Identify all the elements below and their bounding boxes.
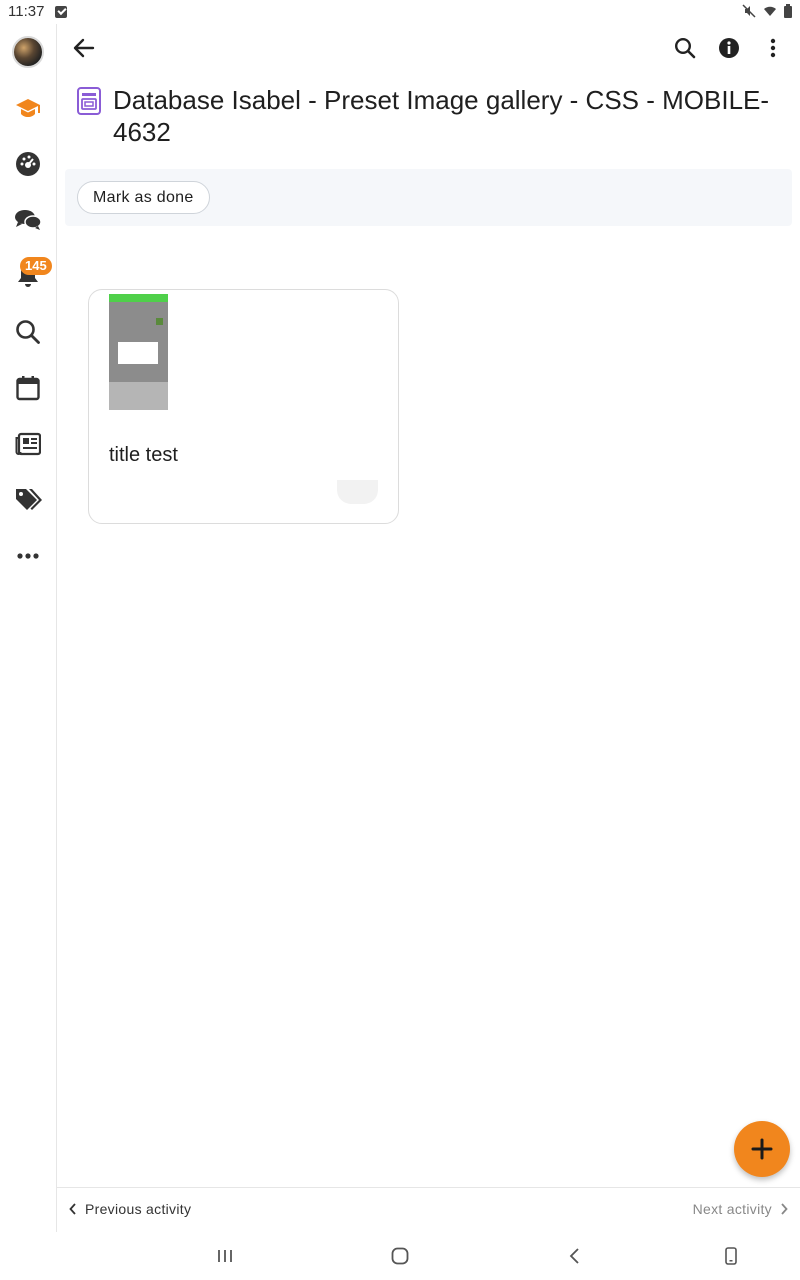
notification-check-icon	[55, 6, 67, 18]
battery-icon	[784, 4, 792, 18]
next-activity-label: Next activity	[692, 1201, 772, 1217]
chat-icon	[15, 210, 42, 230]
news-nav-item[interactable]	[12, 428, 44, 460]
entry-action-chip	[337, 480, 378, 504]
top-app-bar	[57, 24, 800, 72]
more-horiz-icon	[17, 553, 39, 559]
more-vert-icon	[770, 38, 776, 58]
home-icon	[391, 1247, 409, 1265]
previous-activity-label: Previous activity	[85, 1201, 192, 1217]
status-bar: 11:37	[0, 0, 800, 24]
news-icon	[15, 432, 41, 456]
messages-nav-item[interactable]	[12, 204, 44, 236]
activity-navigation: Previous activity Next activity	[57, 1187, 800, 1232]
mute-icon	[742, 4, 756, 18]
wifi-icon	[764, 6, 776, 16]
calendar-nav-item[interactable]	[12, 372, 44, 404]
search-button[interactable]	[669, 32, 701, 64]
status-time: 11:37	[8, 3, 45, 20]
tags-nav-item[interactable]	[12, 484, 44, 516]
database-activity-icon	[77, 87, 101, 115]
plus-icon	[751, 1138, 773, 1160]
chevron-right-icon	[781, 1203, 788, 1215]
gallery-entry-card[interactable]: title test	[88, 289, 399, 524]
completion-bar: Mark as done	[65, 169, 792, 226]
home-button[interactable]	[388, 1244, 412, 1268]
more-options-button[interactable]	[757, 32, 789, 64]
back-button[interactable]	[68, 32, 100, 64]
search-icon	[16, 320, 40, 344]
dashboard-nav-item[interactable]	[12, 148, 44, 180]
entry-thumbnail-image	[109, 294, 168, 410]
notifications-badge: 145	[20, 257, 52, 275]
more-nav-item[interactable]	[12, 540, 44, 572]
page-title: Database Isabel - Preset Image gallery -…	[113, 85, 770, 147]
system-back-icon	[569, 1248, 579, 1264]
side-rail: 145	[0, 24, 57, 1232]
back-arrow-icon	[73, 38, 95, 58]
next-activity-link[interactable]: Next activity	[693, 1201, 788, 1217]
system-back-button[interactable]	[563, 1244, 587, 1268]
info-button[interactable]	[713, 32, 745, 64]
courses-nav-item[interactable]	[12, 92, 44, 124]
recent-apps-button[interactable]	[213, 1244, 237, 1268]
rotate-phone-icon	[725, 1247, 737, 1265]
dashboard-icon	[16, 152, 40, 176]
mark-as-done-button[interactable]: Mark as done	[77, 181, 210, 214]
search-icon	[674, 37, 696, 59]
graduation-cap-icon	[16, 99, 40, 117]
rotate-screen-button[interactable]	[719, 1244, 743, 1268]
entry-title: title test	[109, 444, 178, 466]
info-icon	[719, 38, 739, 58]
search-nav-item[interactable]	[12, 316, 44, 348]
chevron-left-icon	[69, 1203, 76, 1215]
add-entry-button[interactable]	[734, 1121, 790, 1177]
user-avatar[interactable]	[12, 36, 44, 68]
system-navigation-bar	[0, 1232, 800, 1280]
recent-apps-icon	[218, 1250, 232, 1262]
status-icons	[742, 4, 792, 18]
previous-activity-link[interactable]: Previous activity	[69, 1201, 191, 1217]
calendar-icon	[16, 376, 40, 401]
tags-icon	[16, 489, 42, 510]
